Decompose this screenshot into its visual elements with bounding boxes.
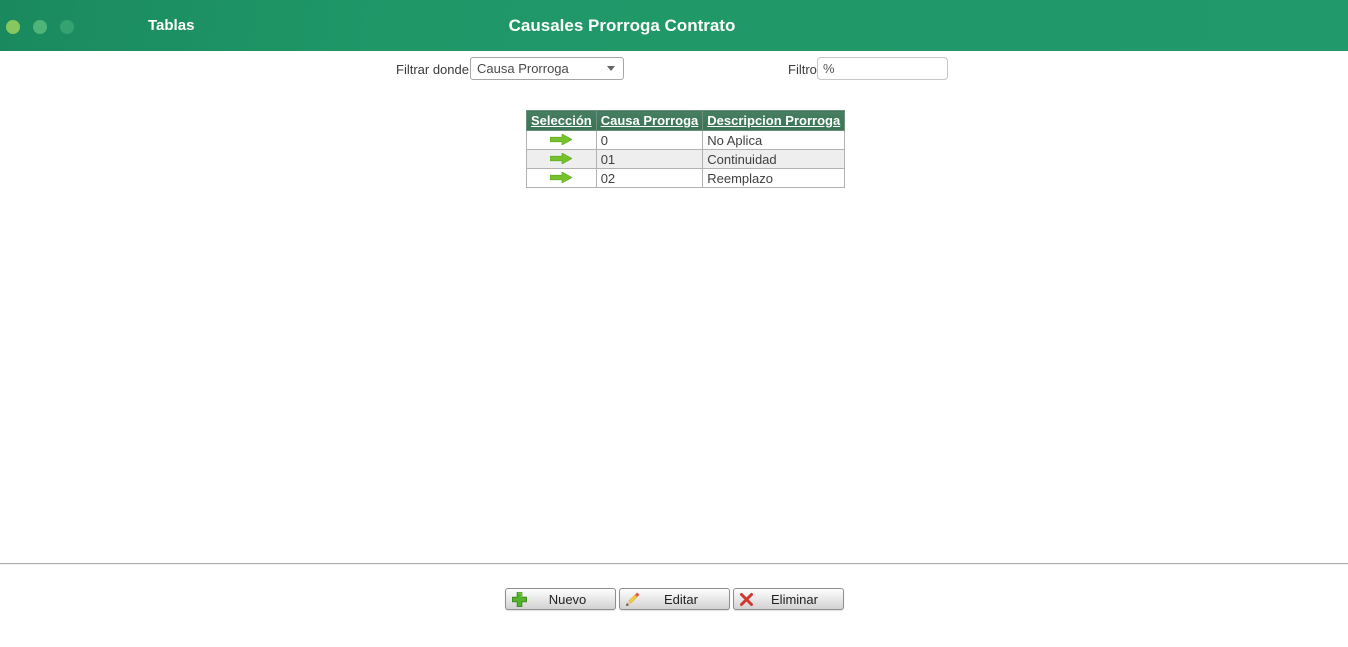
eliminar-button[interactable]: Eliminar: [733, 588, 844, 610]
window-controls: [6, 20, 74, 34]
table-header-row: Selección Causa Prorroga Descripcion Pro…: [527, 111, 845, 131]
pencil-icon: [625, 591, 641, 607]
window-dot-icon[interactable]: [33, 20, 47, 34]
cell-descripcion-prorroga: Continuidad: [703, 150, 845, 169]
cell-causa-prorroga: 01: [596, 150, 703, 169]
column-header-descripcion-prorroga[interactable]: Descripcion Prorroga: [703, 111, 845, 131]
causales-table: Selección Causa Prorroga Descripcion Pro…: [526, 110, 845, 188]
table-row: 01 Continuidad: [527, 150, 845, 169]
arrow-right-icon: [550, 134, 572, 145]
column-header-causa-prorroga[interactable]: Causa Prorroga: [596, 111, 703, 131]
window-dot-icon[interactable]: [6, 20, 20, 34]
cell-descripcion-prorroga: Reemplazo: [703, 169, 845, 188]
delete-x-icon: [739, 592, 754, 607]
cell-descripcion-prorroga: No Aplica: [703, 131, 845, 150]
editar-button-label: Editar: [641, 592, 729, 607]
nuevo-button-label: Nuevo: [528, 592, 615, 607]
app-window: Tablas Causales Prorroga Contrato Filtra…: [0, 0, 1348, 647]
filter-value-label: Filtro: [788, 62, 817, 77]
app-header: Tablas Causales Prorroga Contrato: [0, 0, 1348, 51]
table-row: 02 Reemplazo: [527, 169, 845, 188]
action-bar: Nuevo Editar Eliminar: [505, 588, 844, 610]
window-dot-icon[interactable]: [60, 20, 74, 34]
filter-column-select[interactable]: Causa Prorroga: [470, 57, 624, 80]
filter-where-label: Filtrar donde: [396, 62, 469, 77]
eliminar-button-label: Eliminar: [754, 592, 843, 607]
page-title: Causales Prorroga Contrato: [509, 0, 736, 51]
arrow-right-icon: [550, 153, 572, 164]
arrow-right-icon: [550, 172, 572, 183]
filter-column-selected-value: Causa Prorroga: [477, 61, 569, 76]
app-title: Tablas: [148, 0, 194, 51]
select-row-button[interactable]: [550, 153, 572, 164]
editar-button[interactable]: Editar: [619, 588, 730, 610]
nuevo-button[interactable]: Nuevo: [505, 588, 616, 610]
cell-causa-prorroga: 0: [596, 131, 703, 150]
column-header-seleccion[interactable]: Selección: [527, 111, 597, 131]
plus-icon: [511, 591, 528, 608]
select-row-button[interactable]: [550, 172, 572, 183]
chevron-down-icon: [607, 66, 615, 71]
footer-divider: [0, 563, 1348, 566]
cell-causa-prorroga: 02: [596, 169, 703, 188]
table-row: 0 No Aplica: [527, 131, 845, 150]
filter-input[interactable]: [817, 57, 948, 80]
select-row-button[interactable]: [550, 134, 572, 145]
